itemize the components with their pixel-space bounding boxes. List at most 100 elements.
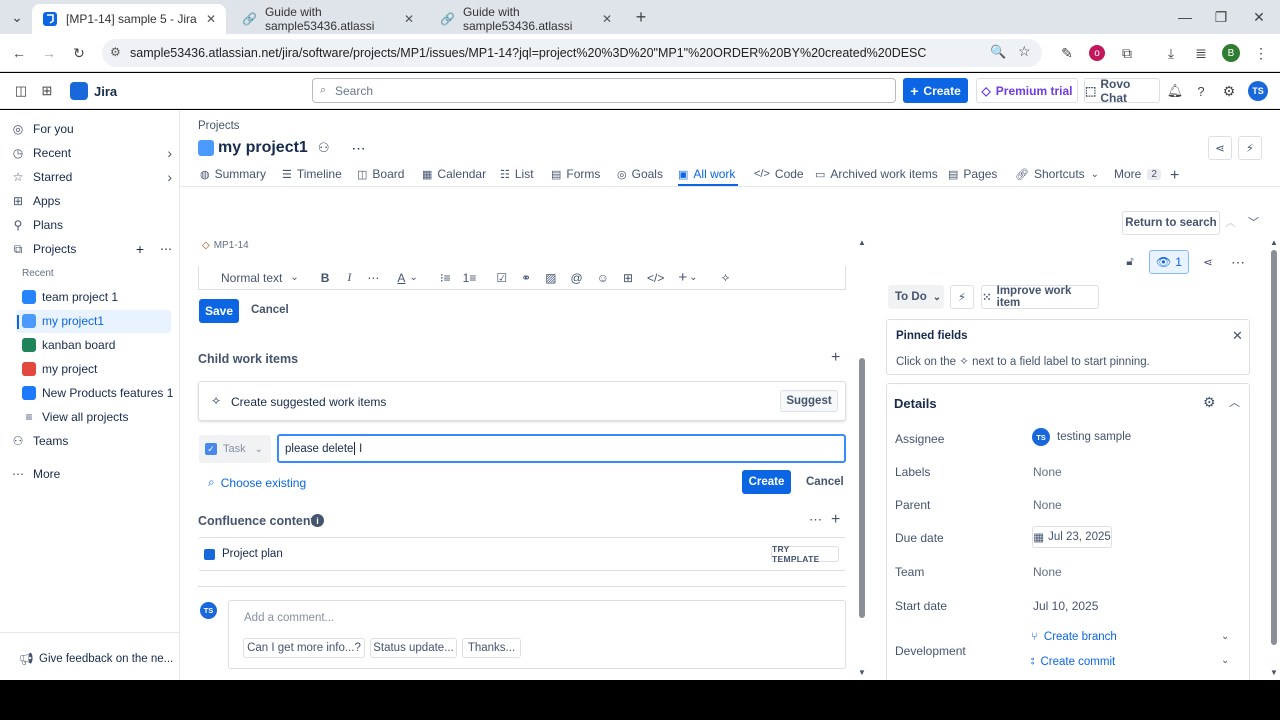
tab-more[interactable]: More 2 — [1114, 167, 1161, 181]
breadcrumb[interactable]: Projects — [198, 120, 240, 132]
tab-forms[interactable]: ▤ Forms — [551, 167, 600, 181]
sidebar-view-all-projects[interactable]: ≡ View all projects — [22, 406, 184, 428]
give-feedback-link[interactable]: 📢︎ Give feedback on the ne... — [18, 648, 180, 670]
site-info-icon[interactable]: ⚙ — [110, 45, 121, 59]
minimize-icon[interactable]: — — [1174, 6, 1196, 28]
browser-tab[interactable]: 🔗 Guide with sample53436.atlassi ✕ — [232, 4, 424, 34]
more-dots-icon[interactable]: ⋯ — [160, 242, 172, 256]
scroll-up-icon[interactable]: ▲ — [1270, 238, 1278, 247]
emoji-icon[interactable]: ☺ — [597, 271, 609, 285]
jira-logo[interactable]: Jira — [70, 82, 117, 100]
back-icon[interactable]: ← — [8, 42, 30, 64]
sidebar-item-projects[interactable]: ⧉ Projects + ⋯ — [10, 238, 172, 260]
add-confluence-icon[interactable]: + — [831, 511, 840, 529]
new-tab-icon[interactable]: + — [630, 6, 652, 28]
comment-box[interactable]: Add a comment... Can I get more info...?… — [228, 600, 846, 669]
sidebar-item-teams[interactable]: ⚇ Teams — [10, 430, 172, 452]
url-field[interactable]: ⚙ sample53436.atlassian.net/jira/softwar… — [102, 39, 1042, 67]
browser-menu-icon[interactable]: ⋮ — [1250, 42, 1272, 64]
media-icon[interactable]: ≣ — [1190, 42, 1212, 64]
scrollbar[interactable]: ▲ ▼ — [1269, 238, 1279, 678]
return-to-search-button[interactable]: Return to search — [1122, 211, 1220, 235]
help-icon[interactable]: ? — [1190, 80, 1212, 102]
team-value[interactable]: None — [1033, 565, 1062, 579]
scrollbar-thumb[interactable] — [859, 358, 865, 618]
info-icon[interactable]: i — [311, 514, 324, 527]
sidebar-item-plans[interactable]: ⚲ Plans — [10, 214, 172, 236]
next-issue-icon[interactable]: ﹀ — [1248, 214, 1259, 230]
mention-icon[interactable]: @ — [571, 271, 583, 285]
search-input[interactable]: ⌕ Search — [312, 78, 896, 103]
scroll-down-icon[interactable]: ▼ — [1270, 668, 1278, 677]
scrollbar-thumb[interactable] — [1271, 250, 1277, 645]
more-dots-icon[interactable]: ⋯ — [809, 512, 822, 528]
app-switcher-icon[interactable]: ⊞ — [36, 80, 58, 102]
create-child-button[interactable]: Create — [742, 470, 791, 494]
try-template-button[interactable]: TRY TEMPLATE — [771, 544, 839, 564]
browser-tab[interactable]: 🔗 Guide with sample53436.atlassi ✕ — [430, 4, 622, 34]
sidebar-project-new-products[interactable]: New Products features 1 — [22, 382, 184, 404]
automation-bolt-icon[interactable]: ⚡︎ — [950, 285, 974, 309]
parent-value[interactable]: None — [1033, 498, 1062, 512]
sidebar-project-team-project-1[interactable]: team project 1 — [22, 286, 184, 308]
chevron-down-icon[interactable]: ⌄ — [1221, 631, 1229, 642]
text-color-icon[interactable]: A — [397, 271, 405, 285]
cancel-button[interactable]: Cancel — [251, 304, 289, 316]
work-type-select[interactable]: ✓ Task ⌄ — [199, 435, 271, 463]
labels-value[interactable]: None — [1033, 465, 1062, 479]
link-icon[interactable]: ⚭ — [521, 271, 531, 285]
browser-tab-active[interactable]: [MP1-14] sample 5 - Jira ✕ — [32, 4, 226, 34]
download-icon[interactable]: ⤓ — [1160, 42, 1182, 64]
save-button[interactable]: Save — [199, 299, 239, 323]
prev-issue-icon[interactable]: ︿ — [1225, 214, 1236, 230]
tab-code[interactable]: </> Code — [754, 167, 804, 181]
more-actions-icon[interactable]: ⋯ — [1226, 250, 1250, 274]
automation-bolt-icon[interactable]: ⚡︎ — [1238, 136, 1262, 160]
settings-gear-icon[interactable]: ⚙ — [1218, 80, 1240, 102]
team-icon[interactable]: ⚇ — [318, 140, 330, 156]
tab-search-icon[interactable]: ⌄ — [6, 6, 28, 28]
tab-board[interactable]: ◫ Board — [357, 167, 404, 181]
issue-key[interactable]: ◇ MP1-14 — [202, 240, 249, 251]
more-actions-icon[interactable]: ⋯ — [351, 140, 365, 157]
close-window-icon[interactable]: ✕ — [1248, 6, 1270, 28]
extension-icon[interactable]: ✎ — [1056, 42, 1078, 64]
numbered-list-icon[interactable]: 1≡ — [463, 271, 477, 285]
forward-icon[interactable]: → — [38, 42, 60, 64]
sidebar-item-for-you[interactable]: ◎ For you — [10, 118, 172, 140]
extension-icon[interactable]: o — [1086, 42, 1108, 64]
tab-archived[interactable]: ▭ Archived work items — [815, 167, 938, 181]
share-icon[interactable]: ⋖ — [1208, 136, 1232, 160]
checkbox-icon[interactable]: ☑ — [496, 271, 507, 285]
clear-format-icon[interactable]: ⟡ — [722, 270, 730, 285]
status-dropdown[interactable]: To Do ⌄ — [888, 285, 944, 309]
sidebar-project-kanban-board[interactable]: kanban board — [22, 334, 184, 356]
lock-icon[interactable]: 🔓︎ — [1118, 250, 1142, 274]
image-icon[interactable]: ▨ — [545, 271, 556, 285]
bookmark-star-icon[interactable]: ☆ — [1018, 43, 1031, 60]
profile-avatar[interactable]: B — [1220, 42, 1242, 64]
create-commit-link[interactable]: ⦂ Create commit — [1031, 655, 1115, 668]
insert-plus-icon[interactable]: + — [678, 269, 687, 286]
choose-existing-link[interactable]: ⌕ Choose existing — [208, 475, 306, 490]
zoom-icon[interactable]: 🔍 — [990, 44, 1006, 60]
quick-reply-status-update[interactable]: Status update... — [370, 638, 457, 658]
italic-icon[interactable]: I — [347, 270, 351, 285]
chevron-down-icon[interactable]: ⌄ — [1221, 655, 1229, 666]
close-tab-icon[interactable]: ✕ — [602, 12, 612, 26]
sidebar-project-my-project[interactable]: my project — [22, 358, 184, 380]
add-project-icon[interactable]: + — [136, 241, 144, 257]
add-child-icon[interactable]: + — [831, 349, 840, 367]
tab-all-work[interactable]: ▣ All work — [678, 167, 735, 181]
sidebar-item-more[interactable]: ⋯ More — [10, 463, 172, 485]
create-branch-link[interactable]: ⑂ Create branch — [1031, 631, 1117, 643]
user-avatar[interactable]: TS — [1247, 80, 1269, 102]
add-tab-icon[interactable]: + — [1170, 167, 1179, 185]
tab-timeline[interactable]: ☰ Timeline — [282, 167, 342, 181]
quick-reply-thanks[interactable]: Thanks... — [462, 638, 521, 658]
share-icon[interactable]: ⋖ — [1196, 250, 1220, 274]
premium-trial-button[interactable]: ◇ Premium trial — [976, 78, 1078, 103]
cancel-child-button[interactable]: Cancel — [806, 476, 844, 488]
tab-calendar[interactable]: ▦ Calendar — [422, 167, 486, 181]
tab-goals[interactable]: ◎ Goals — [617, 167, 663, 181]
